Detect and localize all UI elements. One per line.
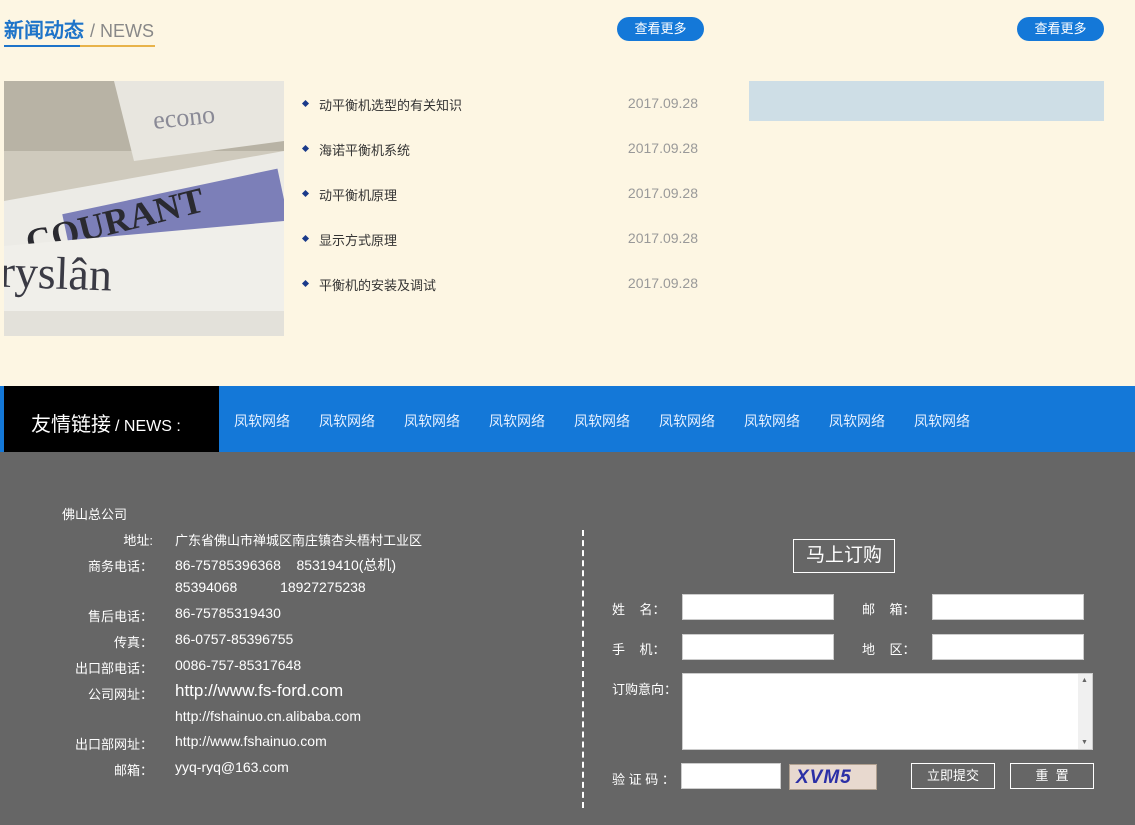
friend-link[interactable]: 凤软网络 bbox=[574, 411, 630, 431]
friend-links-label: 友情链接 / NEWS : bbox=[4, 386, 219, 456]
biz-tel-label: 商务电话： bbox=[87, 559, 153, 574]
friend-links-list: 凤软网络 凤软网络 凤软网络 凤软网络 凤软网络 凤软网络 凤软网络 凤软网络 … bbox=[234, 411, 999, 431]
friend-link[interactable]: 凤软网络 bbox=[489, 411, 545, 431]
intent-label: 订购意向： bbox=[612, 682, 678, 697]
news-item-date: 2017.09.28 bbox=[627, 95, 698, 111]
svg-text:ryslân: ryslân bbox=[4, 246, 113, 301]
biz-tel-value-2: 85394068 18927275238 bbox=[175, 579, 366, 595]
address-label: 地址: bbox=[123, 533, 153, 548]
bullet-icon bbox=[301, 144, 310, 153]
captcha-image[interactable]: XVM5 bbox=[789, 764, 877, 790]
more-news-button[interactable]: 查看更多 bbox=[617, 17, 704, 41]
friend-link[interactable]: 凤软网络 bbox=[829, 411, 885, 431]
captcha-label: 验 证 码 ： bbox=[612, 772, 675, 787]
friend-links-subtitle: / NEWS : bbox=[115, 418, 181, 435]
news-subtitle: / NEWS bbox=[90, 21, 155, 41]
name-label: 姓 名： bbox=[612, 602, 666, 617]
order-title: 马上订购 bbox=[793, 539, 895, 573]
phone-label: 手 机： bbox=[612, 642, 666, 657]
title-underline-accent bbox=[4, 45, 80, 47]
friend-link[interactable]: 凤软网络 bbox=[234, 411, 290, 431]
region-label: 地 区： bbox=[862, 642, 916, 657]
list-item[interactable]: 海诺平衡机系统 2017.09.28 bbox=[301, 137, 698, 182]
fax-value: 86-0757-85396755 bbox=[175, 631, 294, 647]
biz-tel-value: 86-75785396368 85319410(总机) bbox=[175, 557, 397, 573]
export-tel-label: 出口部电话： bbox=[74, 661, 153, 676]
news-item-title[interactable]: 显示方式原理 bbox=[319, 230, 397, 249]
bullet-icon bbox=[301, 279, 310, 288]
email-field[interactable] bbox=[932, 594, 1084, 620]
reset-button[interactable]: 重 置 bbox=[1010, 763, 1094, 789]
after-tel-value: 86-75785319430 bbox=[175, 605, 281, 621]
captcha-text: XVM5 bbox=[796, 767, 852, 788]
intent-textarea[interactable]: ▲ ▼ bbox=[682, 673, 1093, 750]
export-tel-value: 0086-757-85317648 bbox=[175, 657, 302, 673]
friend-links-title: 友情链接 bbox=[31, 414, 111, 436]
bullet-icon bbox=[301, 234, 310, 243]
email-label: 邮箱： bbox=[113, 763, 153, 778]
friend-link[interactable]: 凤软网络 bbox=[744, 411, 800, 431]
textarea-scrollbar[interactable]: ▲ ▼ bbox=[1078, 674, 1092, 749]
fax-label: 传真： bbox=[113, 635, 153, 650]
export-site-link[interactable]: http://www.fshainuo.com bbox=[175, 733, 327, 749]
bullet-icon bbox=[301, 99, 310, 108]
list-item[interactable]: 平衡机的安装及调试 2017.09.28 bbox=[301, 272, 698, 317]
email-field-label: 邮 箱： bbox=[862, 602, 916, 617]
captcha-input[interactable] bbox=[681, 763, 781, 789]
friend-link[interactable]: 凤软网络 bbox=[319, 411, 375, 431]
site-link[interactable]: http://www.fs-ford.com bbox=[175, 681, 343, 701]
friend-links-bar: 友情链接 / NEWS : 凤软网络 凤软网络 凤软网络 凤软网络 凤软网络 凤软… bbox=[0, 386, 1135, 456]
after-tel-label: 售后电话： bbox=[87, 609, 153, 624]
news-item-title[interactable]: 平衡机的安装及调试 bbox=[319, 275, 436, 294]
site-link-2[interactable]: http://fshainuo.cn.alibaba.com bbox=[175, 708, 361, 724]
news-heading: 新闻动态 / NEWS bbox=[4, 14, 154, 43]
side-panel bbox=[749, 81, 1104, 121]
export-site-label: 出口部网址： bbox=[74, 737, 153, 752]
scroll-up-icon[interactable]: ▲ bbox=[1081, 677, 1088, 684]
news-item-title[interactable]: 动平衡机选型的有关知识 bbox=[319, 95, 462, 114]
list-item[interactable]: 动平衡机原理 2017.09.28 bbox=[301, 182, 698, 227]
bullet-icon bbox=[301, 189, 310, 198]
list-item[interactable]: 动平衡机选型的有关知识 2017.09.28 bbox=[301, 92, 698, 137]
scroll-down-icon[interactable]: ▼ bbox=[1081, 739, 1088, 746]
phone-input[interactable] bbox=[682, 634, 834, 660]
list-item[interactable]: 显示方式原理 2017.09.28 bbox=[301, 227, 698, 272]
site-label: 公司网址： bbox=[87, 687, 153, 702]
email-value[interactable]: yyq-ryq@163.com bbox=[175, 759, 289, 775]
region-input[interactable] bbox=[932, 634, 1084, 660]
company-name: 佛山总公司 bbox=[62, 507, 128, 522]
news-list: 动平衡机选型的有关知识 2017.09.28 海诺平衡机系统 2017.09.2… bbox=[301, 92, 698, 317]
friend-link[interactable]: 凤软网络 bbox=[914, 411, 970, 431]
news-item-date: 2017.09.28 bbox=[627, 275, 698, 291]
footer: 佛山总公司 地址: 广东省佛山市禅城区南庄镇杏头梧村工业区 商务电话： 86-7… bbox=[0, 452, 1135, 825]
submit-button[interactable]: 立即提交 bbox=[911, 763, 995, 789]
address-value: 广东省佛山市禅城区南庄镇杏头梧村工业区 bbox=[175, 533, 423, 548]
news-item-title[interactable]: 海诺平衡机系统 bbox=[319, 140, 410, 159]
footer-divider bbox=[582, 530, 584, 808]
friend-link[interactable]: 凤软网络 bbox=[659, 411, 715, 431]
news-item-title[interactable]: 动平衡机原理 bbox=[319, 185, 397, 204]
news-image[interactable]: econo COURANT en voor windparken ryslân bbox=[4, 81, 284, 336]
news-title: 新闻动态 bbox=[4, 20, 84, 42]
more-side-button[interactable]: 查看更多 bbox=[1017, 17, 1104, 41]
friend-link[interactable]: 凤软网络 bbox=[404, 411, 460, 431]
news-item-date: 2017.09.28 bbox=[627, 230, 698, 246]
news-item-date: 2017.09.28 bbox=[627, 140, 698, 156]
news-section: 新闻动态 / NEWS 查看更多 查看更多 econo COURANT en vo… bbox=[0, 0, 1135, 386]
name-input[interactable] bbox=[682, 594, 834, 620]
news-item-date: 2017.09.28 bbox=[627, 185, 698, 201]
